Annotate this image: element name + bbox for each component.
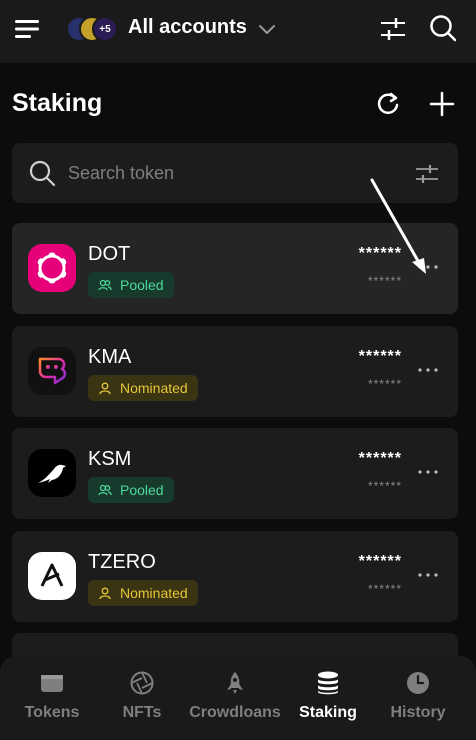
staked-value: ****** — [367, 479, 402, 493]
users-icon — [98, 484, 112, 496]
tab-history[interactable]: History — [386, 656, 450, 740]
search-box — [12, 143, 458, 203]
more-options-icon[interactable] — [414, 565, 442, 585]
menu-icon[interactable] — [12, 14, 42, 44]
token-symbol: KSM — [88, 448, 132, 470]
user-icon — [99, 587, 111, 600]
status-label: Nominated — [120, 380, 188, 396]
search-input[interactable] — [68, 157, 398, 189]
rocket-icon — [227, 672, 243, 694]
status-label: Nominated — [120, 585, 188, 601]
tab-label: History — [390, 704, 446, 721]
tab-label: NFTs — [122, 704, 162, 721]
wallet-icon — [41, 675, 63, 692]
more-options-icon[interactable] — [414, 462, 442, 482]
bottom-navigation: Tokens NFTs Crowdloans Staking History — [0, 656, 476, 740]
ksm-logo-icon — [28, 449, 76, 497]
token-symbol: DOT — [88, 243, 131, 265]
more-options-icon[interactable] — [414, 257, 442, 277]
users-icon — [98, 279, 112, 291]
plus-icon[interactable] — [428, 90, 456, 118]
search-icon[interactable] — [428, 13, 458, 43]
token-symbol: TZERO — [88, 551, 156, 573]
status-badge: Nominated — [88, 375, 198, 401]
staked-value: ****** — [367, 377, 402, 391]
database-icon — [318, 671, 338, 695]
tab-tokens[interactable]: Tokens — [22, 656, 82, 740]
status-label: Pooled — [120, 277, 164, 293]
token-symbol: KMA — [88, 346, 132, 368]
account-selector-title[interactable]: All accounts — [128, 16, 247, 39]
tab-staking[interactable]: Staking — [296, 656, 360, 740]
aperture-icon — [130, 671, 154, 695]
chevron-down-icon[interactable] — [256, 18, 278, 40]
tab-nfts[interactable]: NFTs — [112, 656, 172, 740]
kma-logo-icon — [28, 347, 76, 395]
staked-value: ****** — [367, 274, 402, 288]
clock-icon — [407, 672, 429, 694]
staked-balance: ****** — [358, 348, 402, 365]
list-item[interactable]: DOT Pooled ****** ****** — [12, 223, 458, 314]
account-avatars[interactable]: +5 — [66, 15, 120, 43]
status-badge: Nominated — [88, 580, 198, 606]
search-icon — [29, 160, 56, 187]
filter-icon[interactable] — [378, 14, 408, 44]
staked-balance: ****** — [358, 450, 402, 467]
status-badge: Pooled — [88, 477, 174, 503]
list-item[interactable]: KMA Nominated ****** ****** — [12, 326, 458, 417]
tab-label: Crowdloans — [189, 704, 281, 721]
page-title: Staking — [12, 89, 103, 117]
staked-value: ****** — [367, 582, 402, 596]
tab-label: Staking — [299, 704, 357, 721]
staked-balance: ****** — [358, 245, 402, 262]
reload-icon[interactable] — [374, 90, 402, 118]
more-options-icon[interactable] — [414, 360, 442, 380]
user-icon — [99, 382, 111, 395]
list-item[interactable]: KSM Pooled ****** ****** — [12, 428, 458, 519]
tzero-logo-icon — [28, 552, 76, 600]
dot-logo-icon — [28, 244, 76, 292]
staked-balance: ****** — [358, 553, 402, 570]
extra-accounts-badge: +5 — [92, 16, 118, 42]
status-badge: Pooled — [88, 272, 174, 298]
list-item[interactable]: TZERO Nominated ****** ****** — [12, 531, 458, 622]
filter-icon[interactable] — [414, 161, 440, 187]
tab-crowdloans[interactable]: Crowdloans — [188, 656, 282, 740]
top-bar: +5 All accounts — [0, 0, 476, 63]
tab-label: Tokens — [24, 704, 80, 721]
status-label: Pooled — [120, 482, 164, 498]
